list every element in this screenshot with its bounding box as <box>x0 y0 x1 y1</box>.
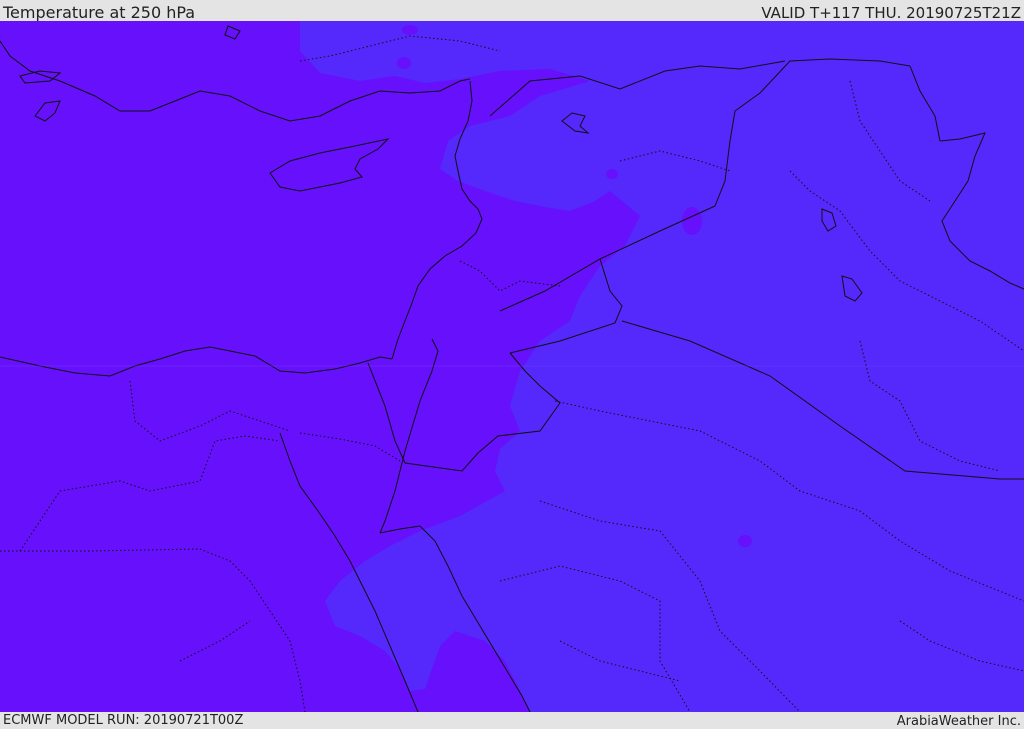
field-blob-4 <box>606 169 618 179</box>
field-blob-3 <box>397 57 411 69</box>
field-blob-1 <box>682 207 702 235</box>
field-blob-5 <box>402 25 418 35</box>
credit-label: ArabiaWeather Inc. <box>896 714 1021 729</box>
map-title: Temperature at 250 hPa <box>3 3 196 22</box>
model-run: ECMWF MODEL RUN: 20190721T00Z <box>3 713 244 728</box>
field-blob-2 <box>738 535 752 547</box>
map-canvas <box>0 21 1024 712</box>
valid-time: VALID T+117 THU. 20190725T21Z <box>761 4 1021 22</box>
temperature-map <box>0 21 1024 712</box>
top-bar: Temperature at 250 hPa VALID T+117 THU. … <box>0 0 1024 22</box>
bottom-bar: ECMWF MODEL RUN: 20190721T00Z ArabiaWeat… <box>0 712 1024 729</box>
